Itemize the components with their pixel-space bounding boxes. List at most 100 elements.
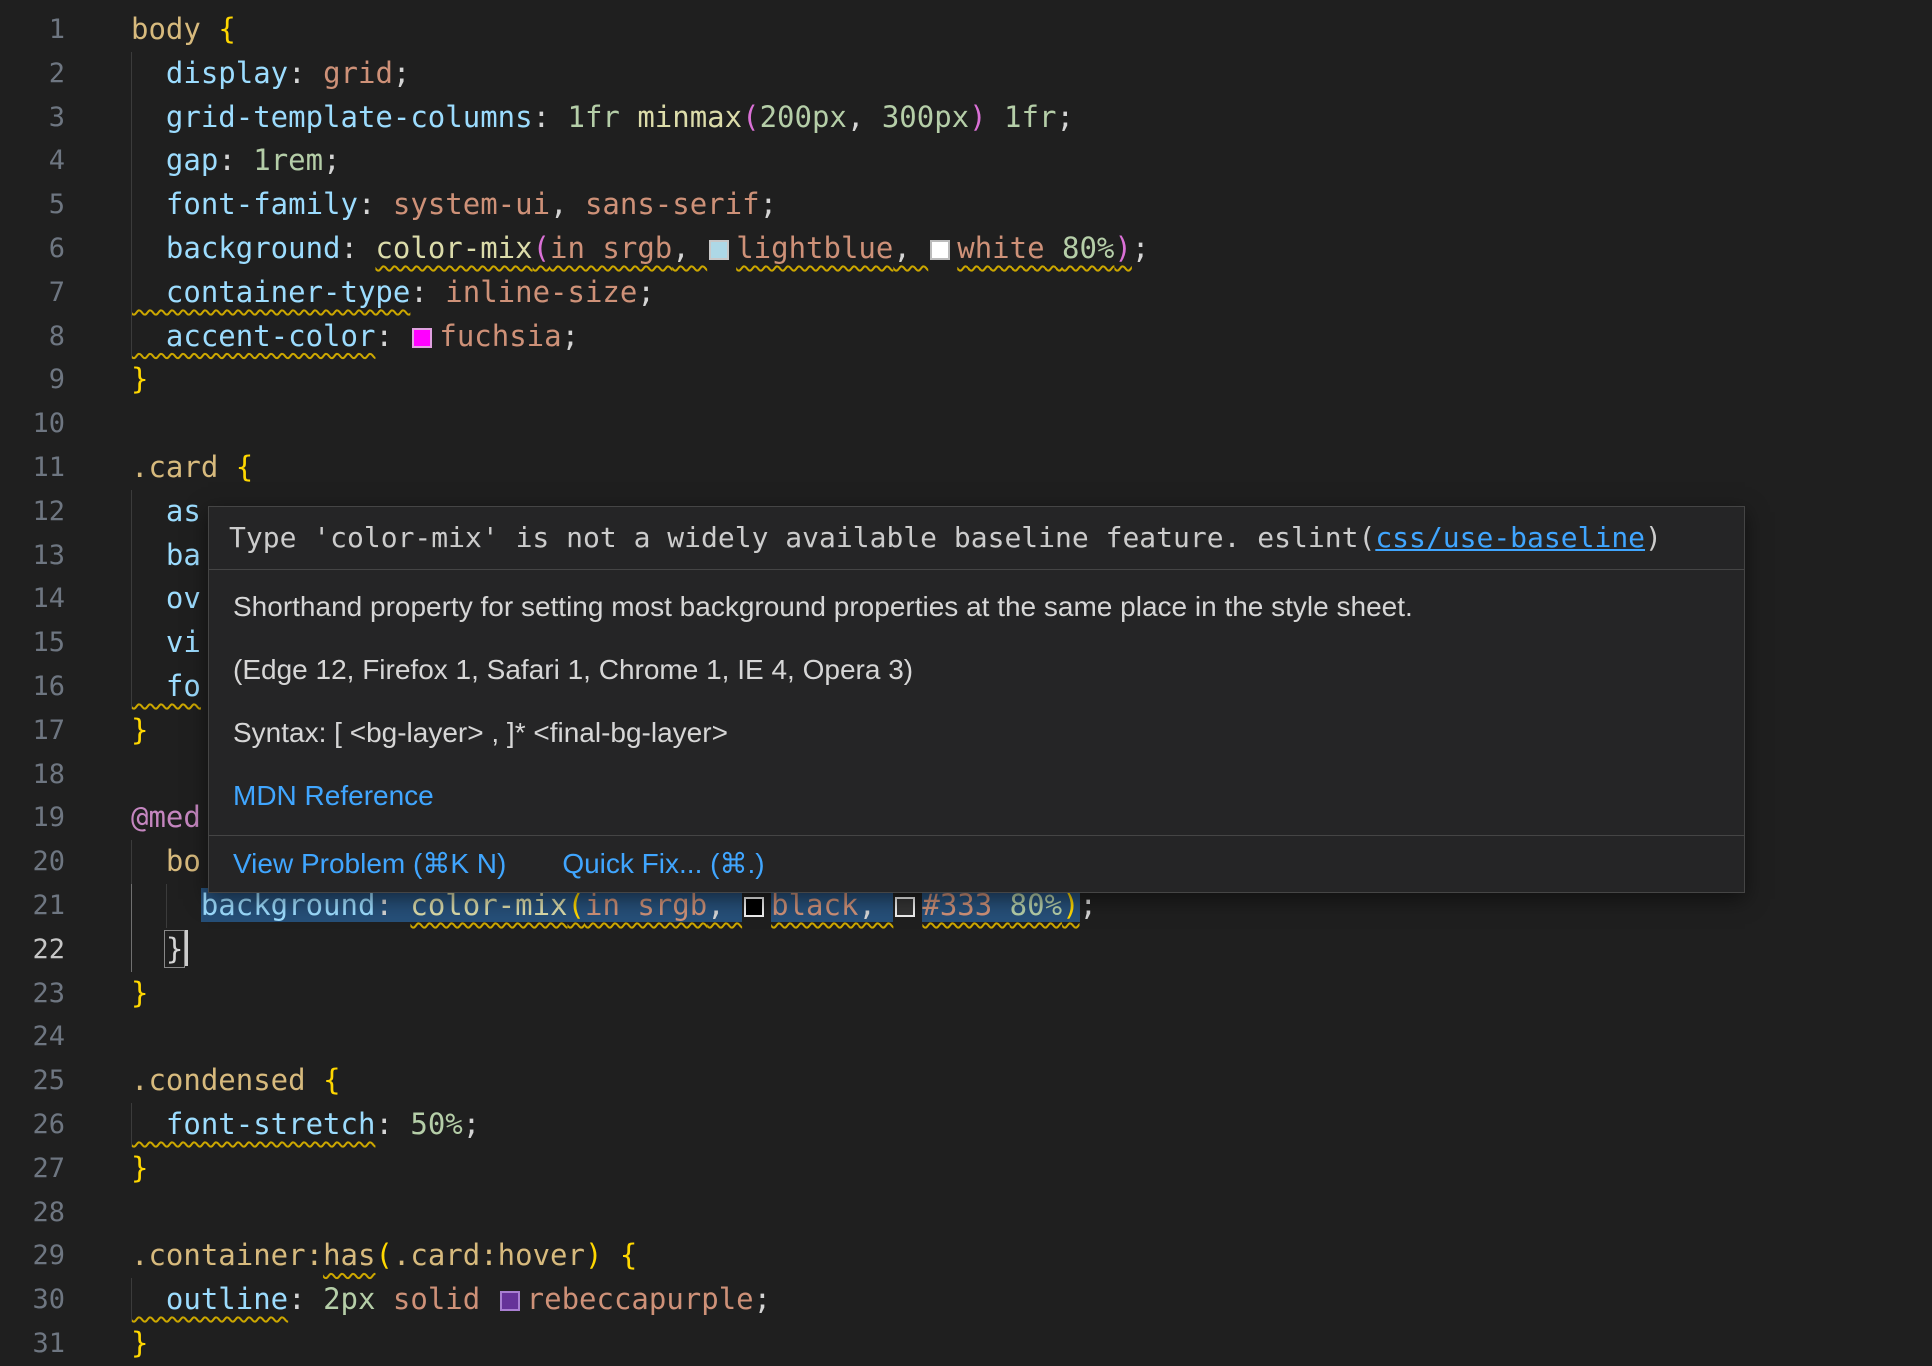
code-token[interactable]: fo — [131, 669, 201, 703]
code-token[interactable]: grid — [323, 56, 393, 90]
code-token[interactable]: { — [602, 1238, 637, 1272]
code-token[interactable]: 1fr — [568, 100, 638, 134]
code-token[interactable]: display — [131, 56, 288, 90]
code-line[interactable]: 27} — [0, 1147, 1932, 1191]
code-token[interactable]: } — [131, 976, 148, 1010]
code-token[interactable]: accent-color — [131, 319, 375, 353]
code-token[interactable]: 1rem — [253, 143, 323, 177]
mdn-reference-link[interactable]: MDN Reference — [233, 780, 434, 811]
code-token[interactable]: , — [707, 888, 742, 922]
color-swatch[interactable] — [744, 897, 764, 917]
code-line[interactable]: 1body { — [0, 8, 1932, 52]
code-token[interactable]: , — [893, 231, 928, 265]
code-token[interactable]: 2px — [323, 1282, 393, 1316]
code-token[interactable]: in srgb — [585, 888, 707, 922]
code-token[interactable]: : — [288, 56, 323, 90]
code-token[interactable]: ov — [131, 581, 201, 615]
code-token[interactable]: , — [672, 231, 707, 265]
code-token[interactable]: ; — [1132, 231, 1149, 265]
code-token[interactable]: 200px — [760, 100, 847, 134]
code-token[interactable]: lightblue — [736, 231, 893, 265]
code-token[interactable]: font-stretch — [131, 1107, 375, 1141]
code-line-content[interactable]: font-stretch: 50%; — [131, 1103, 1932, 1147]
code-token[interactable]: outline — [131, 1282, 288, 1316]
code-token[interactable]: .card — [131, 450, 236, 484]
code-token[interactable]: ( — [375, 1238, 392, 1272]
code-line[interactable]: 4 gap: 1rem; — [0, 139, 1932, 183]
code-token[interactable]: ; — [754, 1282, 771, 1316]
code-token[interactable]: ; — [562, 319, 579, 353]
code-line-content[interactable]: font-family: system-ui, sans-serif; — [131, 183, 1932, 227]
code-line[interactable]: 6 background: color-mix(in srgb, lightbl… — [0, 227, 1932, 271]
code-token[interactable]: ) — [585, 1238, 602, 1272]
code-token[interactable]: solid — [393, 1282, 498, 1316]
code-token[interactable]: { — [323, 1063, 340, 1097]
code-token[interactable]: : — [341, 231, 376, 265]
code-line-content[interactable]: } — [131, 1322, 1932, 1366]
code-token[interactable]: } — [131, 713, 148, 747]
code-line[interactable]: 28 — [0, 1191, 1932, 1235]
code-token[interactable]: font-family — [131, 187, 358, 221]
code-token[interactable]: , — [847, 100, 882, 134]
code-line[interactable]: 24 — [0, 1015, 1932, 1059]
color-swatch[interactable] — [412, 328, 432, 348]
code-token[interactable]: gap — [131, 143, 218, 177]
code-token[interactable]: color-mix — [375, 231, 532, 265]
code-token[interactable]: background — [201, 888, 376, 922]
code-line[interactable]: 11.card { — [0, 446, 1932, 490]
code-editor[interactable]: 1body {2 display: grid;3 grid-template-c… — [0, 0, 1932, 1366]
code-line-content[interactable]: .condensed { — [131, 1059, 1932, 1103]
code-token[interactable]: fuchsia — [439, 319, 561, 353]
code-token[interactable]: minmax — [637, 100, 742, 134]
code-line-content[interactable]: } — [131, 928, 1932, 972]
code-token[interactable]: ; — [760, 187, 777, 221]
code-token[interactable]: .card:hover — [393, 1238, 585, 1272]
color-swatch[interactable] — [500, 1291, 520, 1311]
code-line-content[interactable]: .card { — [131, 446, 1932, 490]
code-line[interactable]: 8 accent-color: fuchsia; — [0, 315, 1932, 359]
quick-fix-action[interactable]: Quick Fix... (⌘.) — [562, 849, 764, 879]
color-swatch[interactable] — [709, 240, 729, 260]
code-token[interactable]: .condensed — [131, 1063, 323, 1097]
code-token[interactable]: : — [288, 1282, 323, 1316]
code-token[interactable]: : — [218, 143, 253, 177]
code-token[interactable]: grid-template-columns — [131, 100, 533, 134]
code-token[interactable]: background — [131, 231, 341, 265]
code-line[interactable]: 30 outline: 2px solid rebeccapurple; — [0, 1278, 1932, 1322]
code-token[interactable]: ( — [742, 100, 759, 134]
code-token[interactable]: ; — [323, 143, 340, 177]
code-token[interactable]: ( — [568, 888, 585, 922]
color-swatch[interactable] — [930, 240, 950, 260]
code-token[interactable]: : — [375, 1107, 410, 1141]
code-token[interactable]: ; — [393, 56, 410, 90]
code-line[interactable]: 7 container-type: inline-size; — [0, 271, 1932, 315]
code-line[interactable]: 10 — [0, 402, 1932, 446]
code-line[interactable]: 2 display: grid; — [0, 52, 1932, 96]
eslint-rule-link[interactable]: css/use-baseline — [1375, 521, 1645, 554]
code-line-content[interactable]: accent-color: fuchsia; — [131, 315, 1932, 359]
code-token[interactable]: 300px — [882, 100, 969, 134]
code-line-content[interactable] — [131, 402, 1932, 446]
code-token[interactable]: : — [375, 888, 410, 922]
code-token[interactable]: } — [131, 1151, 148, 1185]
code-token[interactable]: , — [858, 888, 893, 922]
code-token[interactable]: : — [375, 319, 410, 353]
code-token[interactable]: 1fr — [987, 100, 1057, 134]
code-token[interactable]: 50% — [410, 1107, 462, 1141]
code-token[interactable] — [131, 932, 166, 966]
code-token[interactable]: as — [131, 494, 201, 528]
code-token[interactable]: 80% — [1010, 888, 1062, 922]
code-line-content[interactable]: } — [131, 972, 1932, 1016]
code-token[interactable]: ; — [463, 1107, 480, 1141]
code-line-content[interactable]: body { — [131, 8, 1932, 52]
code-token[interactable]: ; — [1080, 888, 1097, 922]
code-token[interactable]: system-ui — [393, 187, 550, 221]
code-token[interactable]: ) — [1114, 231, 1131, 265]
code-token[interactable]: ; — [637, 275, 654, 309]
code-token[interactable]: rebeccapurple — [527, 1282, 754, 1316]
code-token[interactable]: inline-size — [445, 275, 637, 309]
code-line[interactable]: 26 font-stretch: 50%; — [0, 1103, 1932, 1147]
code-line-content[interactable]: outline: 2px solid rebeccapurple; — [131, 1278, 1932, 1322]
code-line[interactable]: 3 grid-template-columns: 1fr minmax(200p… — [0, 96, 1932, 140]
code-line[interactable]: 23} — [0, 972, 1932, 1016]
